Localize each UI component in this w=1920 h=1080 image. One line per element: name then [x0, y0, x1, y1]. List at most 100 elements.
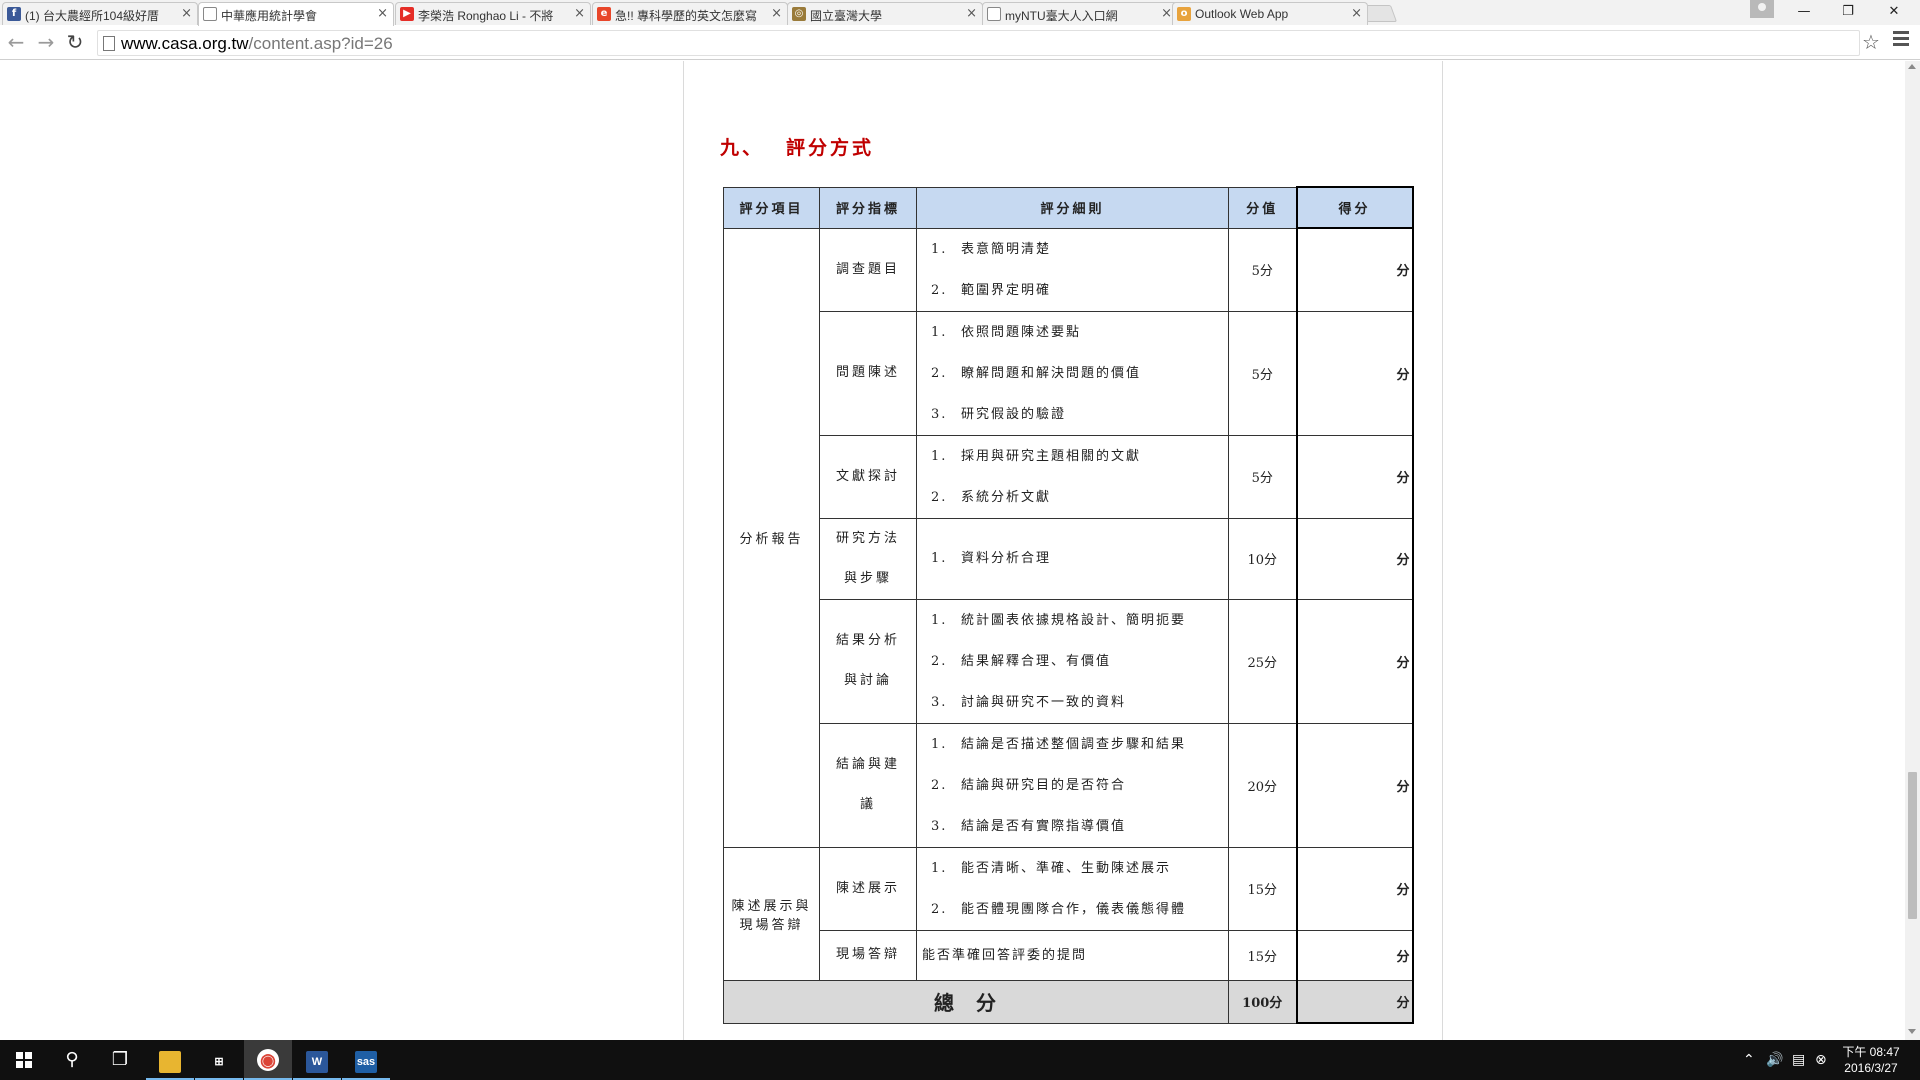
- criteria-line: 能否準確回答評委的提問: [922, 935, 1228, 976]
- reload-icon[interactable]: ↻: [62, 29, 88, 55]
- browser-tab[interactable]: e 急!! 專科學歷的英文怎麼寫 ×: [592, 2, 788, 25]
- sas-taskbar-button[interactable]: sas: [342, 1040, 390, 1080]
- score-cell[interactable]: 分: [1295, 722, 1414, 848]
- criteria-cell: 1. 結論是否描述整個調查步驟和結果 2. 結論與研究目的是否符合 3. 結論是否有實際指…: [916, 722, 1229, 848]
- system-clock[interactable]: 下午 08:47 2016/3/27: [1836, 1044, 1906, 1076]
- store-taskbar-button[interactable]: ⊞: [195, 1040, 243, 1080]
- tab-close-icon[interactable]: ×: [966, 6, 977, 21]
- browser-tab[interactable]: myNTU臺大人入口網 ×: [982, 2, 1178, 25]
- table-row: 陳述展示與現場答辯 陳述展示 1. 能否清晰、準確、生動陳述展示 2. 能否體現團隊合作，…: [723, 846, 1414, 981]
- browser-tab[interactable]: 中華應用統計學會 ×: [198, 2, 394, 26]
- criteria-number: 1.: [931, 324, 948, 340]
- url-text[interactable]: www.casa.org.tw/content.asp?id=26: [121, 34, 393, 54]
- file-explorer-taskbar-button[interactable]: ▬: [146, 1040, 194, 1080]
- indicator-cell: 問題陳述: [819, 310, 917, 436]
- profile-icon[interactable]: [1750, 0, 1774, 18]
- criteria-line: 1. 表意簡明清楚: [931, 229, 1228, 270]
- total-label: 總分: [723, 979, 1229, 1024]
- table-header-row: 評分項目 評分指標 評分細則 分值 得分: [723, 186, 1414, 229]
- criteria-text: 能否體現團隊合作，儀表儀態得體: [961, 901, 1187, 917]
- tab-close-icon[interactable]: ×: [181, 6, 192, 21]
- indicator-cell: 現場答辯: [819, 929, 917, 981]
- table-row: 結論與建議 1. 結論是否描述整個調查步驟和結果 2. 結論與研究目的是否符合 3. 結論是…: [724, 722, 1414, 848]
- action-center-icon[interactable]: ▤: [1792, 1040, 1805, 1080]
- site-icon: e: [597, 7, 611, 21]
- scroll-up-arrow-icon[interactable]: [1908, 64, 1916, 69]
- word-icon: W: [306, 1051, 328, 1073]
- tab-close-icon[interactable]: ×: [574, 6, 585, 21]
- tab-close-icon[interactable]: ×: [1351, 6, 1362, 21]
- chrome-taskbar-button[interactable]: ◉: [244, 1040, 292, 1080]
- score-cell[interactable]: 分: [1295, 598, 1414, 724]
- scoring-table: 評分項目 評分指標 評分細則 分值 得分 分析報告 調查題目 1. 表意簡明清楚 2. 範…: [723, 186, 1414, 1024]
- criteria-text: 瞭解問題和解決問題的價值: [961, 365, 1142, 381]
- menu-icon[interactable]: [1893, 31, 1909, 49]
- score-cell[interactable]: 分: [1295, 227, 1414, 312]
- browser-tab[interactable]: ▶ 李榮浩 Ronghao Li - 不將 ×: [395, 2, 591, 25]
- minimize-icon[interactable]: —: [1782, 0, 1826, 24]
- criteria-text: 表意簡明清楚: [961, 241, 1052, 257]
- criteria-cell: 1. 依照問題陳述要點 2. 瞭解問題和解決問題的價值 3. 研究假設的驗證: [916, 310, 1229, 436]
- criteria-number: 1.: [931, 612, 948, 628]
- back-icon[interactable]: ←: [3, 29, 29, 55]
- forward-icon[interactable]: →: [33, 29, 59, 55]
- show-hidden-icons-icon[interactable]: ⌃: [1743, 1040, 1755, 1080]
- tab-close-icon[interactable]: ×: [1161, 6, 1172, 21]
- score-cell[interactable]: 分: [1295, 846, 1414, 931]
- browser-tab[interactable]: f (1) 台大農經所104級好厝 ×: [2, 2, 198, 25]
- criteria-line: 2. 系統分析文獻: [931, 477, 1228, 518]
- table-row: 問題陳述 1. 依照問題陳述要點 2. 瞭解問題和解決問題的價值 3. 研究假設的驗證 5分分: [724, 310, 1414, 436]
- score-cell[interactable]: 分: [1295, 434, 1414, 519]
- tab-title: Outlook Web App: [1195, 7, 1289, 21]
- criteria-text: 研究假設的驗證: [961, 406, 1067, 422]
- page-icon: [987, 7, 1001, 21]
- criteria-line: 2. 結果解釋合理、有價值: [931, 641, 1228, 682]
- criteria-number: 2.: [931, 282, 948, 298]
- restore-icon[interactable]: ❐: [1826, 0, 1870, 24]
- tab-close-icon[interactable]: ×: [771, 6, 782, 21]
- volume-icon[interactable]: 🔊: [1766, 1040, 1783, 1080]
- criteria-number: 1.: [931, 860, 948, 876]
- criteria-line: 1. 資料分析合理: [931, 538, 1228, 579]
- address-bar[interactable]: www.casa.org.tw/content.asp?id=26: [97, 30, 1860, 56]
- task-view-icon[interactable]: ❐: [96, 1040, 144, 1080]
- score-cell[interactable]: 分: [1295, 929, 1414, 981]
- criteria-number: 1.: [931, 736, 948, 752]
- file-explorer-icon: ▬: [159, 1051, 181, 1073]
- bookmark-star-icon[interactable]: ☆: [1862, 30, 1880, 54]
- scroll-thumb[interactable]: [1908, 772, 1917, 919]
- browser-tab[interactable]: ◎ 國立臺灣大學 ×: [787, 2, 983, 25]
- scroll-down-arrow-icon[interactable]: [1908, 1029, 1916, 1034]
- points-cell: 15分: [1228, 929, 1297, 981]
- page-icon: [103, 36, 115, 51]
- score-cell[interactable]: 分: [1295, 310, 1414, 436]
- table-row: 結果分析與討論 1. 統計圖表依據規格設計、簡明扼要 2. 結果解釋合理、有價值 3. 討論…: [724, 598, 1414, 724]
- close-window-icon[interactable]: ✕: [1872, 0, 1916, 24]
- header-score: 得分: [1295, 186, 1414, 229]
- browser-tab[interactable]: o Outlook Web App ×: [1172, 2, 1368, 25]
- points-cell: 5分: [1228, 227, 1297, 312]
- criteria-text: 依照問題陳述要點: [961, 324, 1082, 340]
- criteria-text: 結論與研究目的是否符合: [961, 777, 1127, 793]
- score-cell[interactable]: 分: [1295, 517, 1414, 600]
- network-error-icon[interactable]: ⊗: [1815, 1040, 1827, 1080]
- table-row: 研究方法與步驟 1. 資料分析合理 10分分: [724, 517, 1414, 600]
- search-icon[interactable]: ⚲: [48, 1040, 96, 1080]
- criteria-line: 1. 採用與研究主題相關的文獻: [931, 436, 1228, 477]
- criteria-text: 資料分析合理: [961, 551, 1052, 566]
- word-taskbar-button[interactable]: W: [293, 1040, 341, 1080]
- tab-close-icon[interactable]: ×: [377, 6, 388, 21]
- vertical-scrollbar[interactable]: [1905, 61, 1920, 1040]
- criteria-cell: 1. 統計圖表依據規格設計、簡明扼要 2. 結果解釋合理、有價值 3. 討論與研究不一致的…: [916, 598, 1229, 724]
- total-points: 100分: [1228, 979, 1297, 1024]
- header-indicator: 評分指標: [819, 186, 917, 229]
- tab-title: 國立臺灣大學: [810, 9, 883, 23]
- start-button[interactable]: [0, 1040, 48, 1080]
- criteria-number: 3.: [931, 694, 948, 710]
- browser-toolbar: ← → ↻ www.casa.org.tw/content.asp?id=26 …: [0, 25, 1920, 60]
- points-cell: 10分: [1228, 517, 1297, 600]
- total-score[interactable]: 分: [1295, 979, 1414, 1024]
- facebook-icon: f: [7, 7, 21, 21]
- criteria-text: 結論是否描述整個調查步驟和結果: [961, 736, 1187, 752]
- group-label: 分析報告: [723, 227, 820, 848]
